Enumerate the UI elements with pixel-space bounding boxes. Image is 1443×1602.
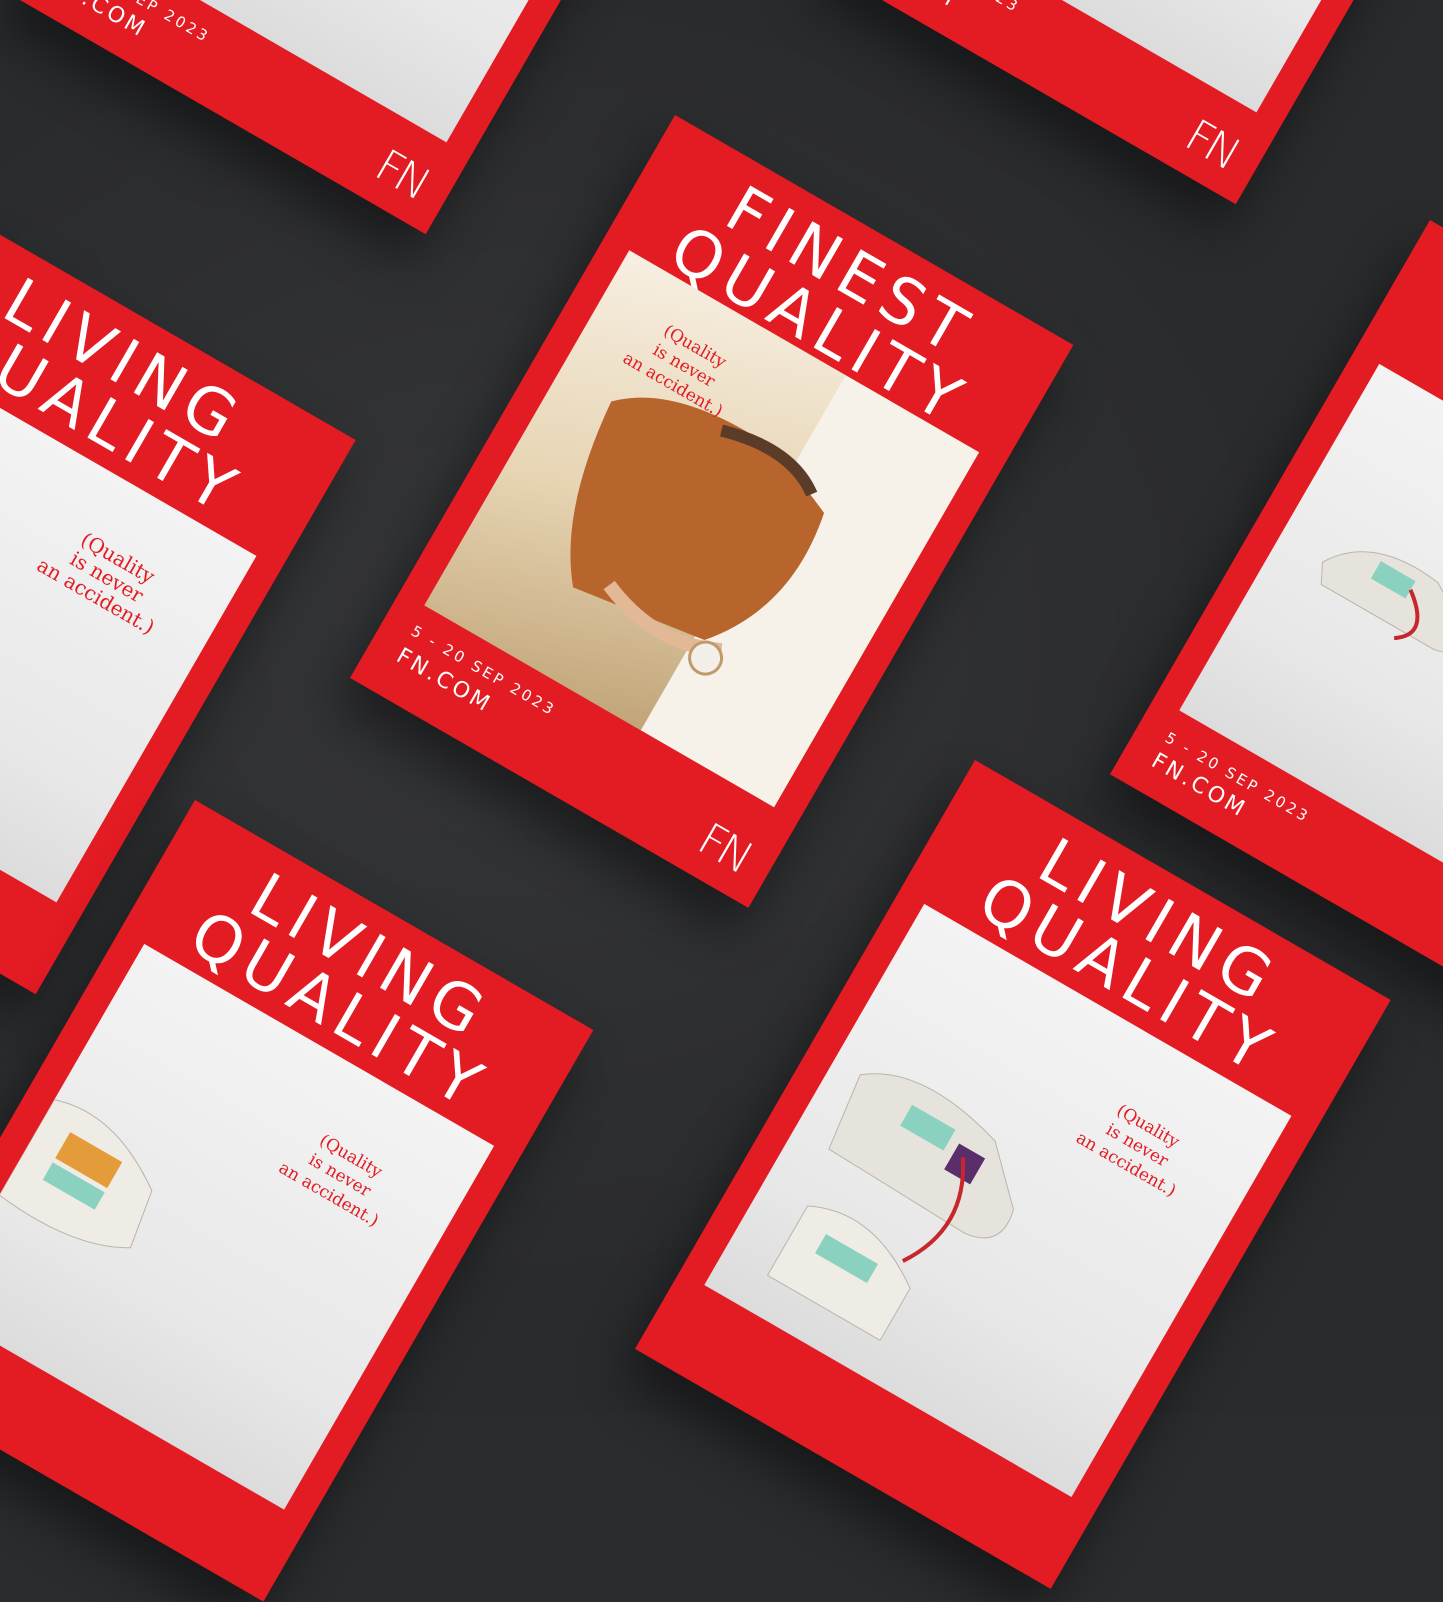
fn-logo: FN	[689, 813, 759, 883]
poster-tagline: (Quality is never an accident.)	[32, 527, 160, 640]
sneaker-icon	[0, 1099, 153, 1249]
sneaker-icon	[1320, 551, 1443, 653]
fn-logo: FN	[1176, 109, 1246, 180]
poster-tagline: (Quality is never an accident.)	[275, 1130, 386, 1232]
fn-logo: FN	[366, 139, 436, 210]
